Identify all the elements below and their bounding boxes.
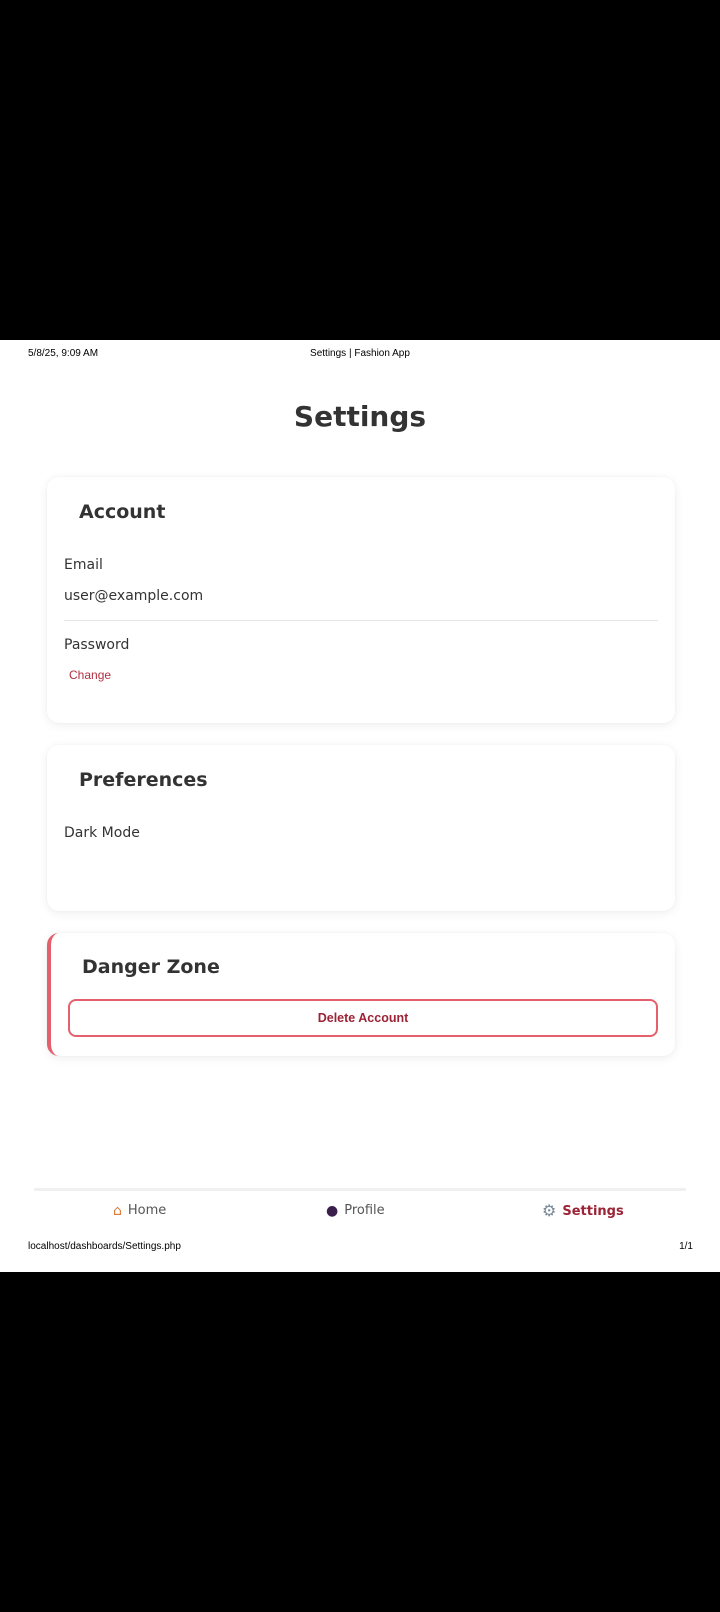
preferences-title: Preferences bbox=[79, 769, 208, 791]
print-header: 5/8/25, 9:09 AM Settings | Fashion App bbox=[0, 348, 720, 368]
settings-page: 5/8/25, 9:09 AM Settings | Fashion App S… bbox=[0, 340, 720, 1272]
profile-icon: ● bbox=[326, 1202, 339, 1219]
account-title: Account bbox=[79, 501, 166, 523]
nav-item-settings[interactable]: ⚙ Settings bbox=[542, 1203, 624, 1219]
email-label: Email bbox=[64, 557, 103, 573]
preferences-card: Preferences Dark Mode bbox=[47, 745, 675, 911]
danger-zone-card: Danger Zone Delete Account bbox=[47, 933, 675, 1056]
print-url: localhost/dashboards/Settings.php bbox=[28, 1241, 181, 1252]
nav-settings-label: Settings bbox=[562, 1203, 624, 1219]
change-password-link[interactable]: Change bbox=[69, 668, 111, 682]
print-page-number: 1/1 bbox=[679, 1241, 693, 1252]
nav-profile-label: Profile bbox=[344, 1203, 385, 1218]
bottom-nav: ⌂ Home ● Profile ⚙ Settings bbox=[34, 1188, 686, 1234]
home-icon: ⌂ bbox=[113, 1202, 122, 1219]
print-footer: localhost/dashboards/Settings.php 1/1 bbox=[0, 1241, 720, 1261]
nav-item-home[interactable]: ⌂ Home bbox=[113, 1203, 166, 1218]
print-title: Settings | Fashion App bbox=[310, 348, 410, 359]
account-card: Account Email user@example.com Password … bbox=[47, 477, 675, 723]
dark-mode-label: Dark Mode bbox=[64, 825, 140, 841]
danger-zone-title: Danger Zone bbox=[82, 956, 220, 978]
page-title: Settings bbox=[293, 400, 427, 433]
divider bbox=[64, 620, 658, 621]
email-value: user@example.com bbox=[64, 588, 204, 604]
nav-item-profile[interactable]: ● Profile bbox=[326, 1203, 385, 1218]
delete-account-button[interactable]: Delete Account bbox=[68, 999, 658, 1037]
password-label: Password bbox=[64, 637, 130, 653]
gear-icon: ⚙ bbox=[542, 1201, 557, 1220]
nav-home-label: Home bbox=[127, 1203, 167, 1218]
